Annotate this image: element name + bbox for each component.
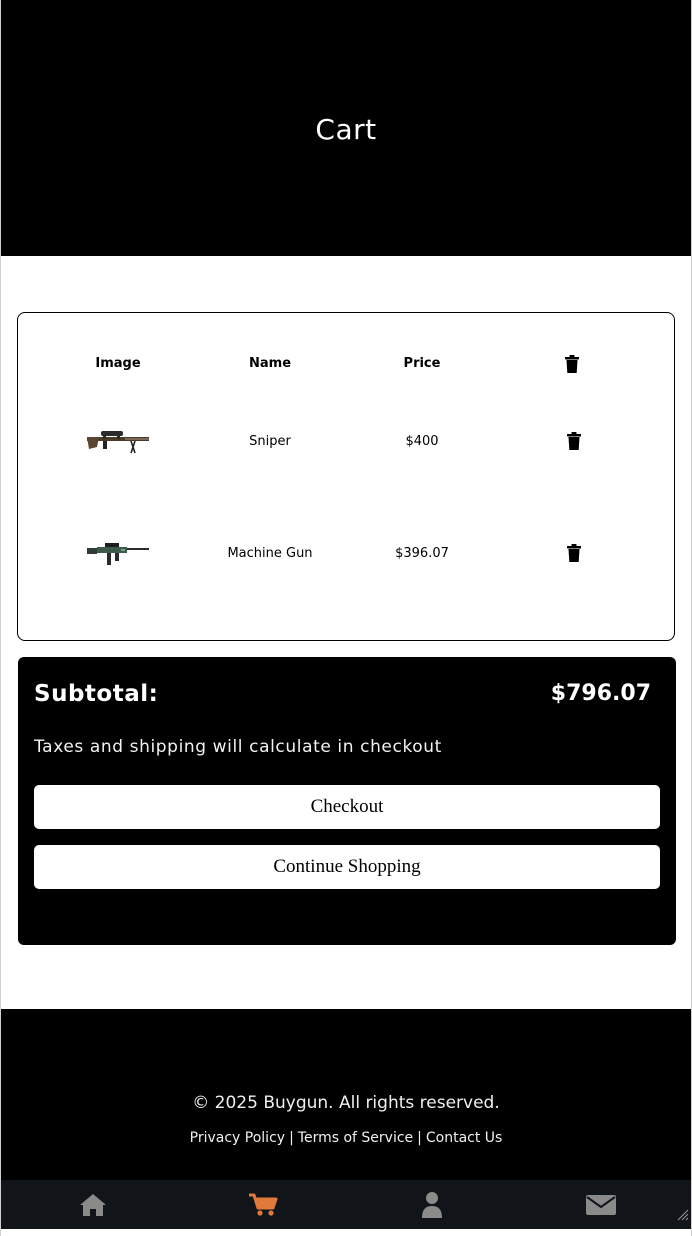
trash-icon[interactable] xyxy=(567,544,581,562)
column-header-price: Price xyxy=(403,356,441,371)
nav-contact[interactable] xyxy=(515,1180,687,1229)
link-separator: | xyxy=(417,1130,422,1146)
item-name: Machine Gun xyxy=(227,546,313,561)
nav-home[interactable] xyxy=(7,1180,179,1229)
bottom-nav xyxy=(1,1180,691,1229)
trash-icon[interactable] xyxy=(565,355,579,373)
sniper-rifle-image xyxy=(87,431,149,454)
column-header-image: Image xyxy=(95,356,141,371)
cart-table-card: Image Name Price Sniper $400 Machine Gun… xyxy=(17,312,675,641)
page-header: Cart xyxy=(1,0,691,256)
item-name: Sniper xyxy=(249,434,291,449)
contact-us-link[interactable]: Contact Us xyxy=(426,1130,502,1146)
subtotal-value: $796.07 xyxy=(550,681,651,706)
page-title: Cart xyxy=(315,112,377,146)
item-price: $396.07 xyxy=(395,546,449,561)
nav-account[interactable] xyxy=(346,1180,518,1229)
footer-links: Privacy Policy | Terms of Service | Contact … xyxy=(1,1130,691,1146)
privacy-policy-link[interactable]: Privacy Policy xyxy=(190,1130,285,1146)
column-header-name: Name xyxy=(248,356,292,371)
trash-icon[interactable] xyxy=(567,432,581,450)
mail-icon xyxy=(586,1194,616,1215)
nav-cart[interactable] xyxy=(177,1180,349,1229)
link-separator: | xyxy=(289,1130,294,1146)
terms-of-service-link[interactable]: Terms of Service xyxy=(298,1130,413,1146)
machine-gun-image xyxy=(87,543,149,565)
user-icon xyxy=(422,1191,442,1218)
resize-grip-icon[interactable] xyxy=(677,1209,689,1221)
cart-icon xyxy=(249,1193,278,1216)
order-summary: Subtotal: $796.07 Taxes and shipping wil… xyxy=(18,657,676,945)
item-price: $400 xyxy=(405,434,439,449)
site-footer: © 2025 Buygun. All rights reserved. Priv… xyxy=(1,1009,691,1180)
copyright-text: © 2025 Buygun. All rights reserved. xyxy=(192,1093,500,1113)
tax-note: Taxes and shipping will calculate in che… xyxy=(34,737,442,757)
subtotal-label: Subtotal: xyxy=(34,681,159,707)
checkout-button[interactable]: Checkout xyxy=(34,785,660,829)
continue-shopping-button[interactable]: Continue Shopping xyxy=(34,845,660,889)
home-icon xyxy=(80,1193,106,1216)
